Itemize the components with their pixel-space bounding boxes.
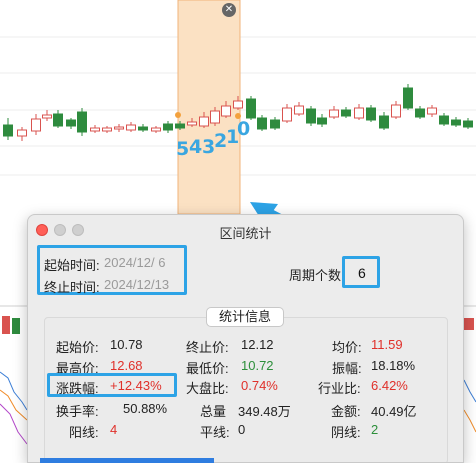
volume-bar — [12, 318, 20, 334]
market-ratio-value: 0.74% — [241, 378, 278, 393]
change-value: +12.43% — [110, 378, 162, 393]
candle-body — [354, 107, 364, 119]
volume-bar — [2, 316, 10, 334]
candle-body — [126, 124, 136, 131]
range-stats-dialog: 区间统计 起始时间: 2024/12/ 6 终止时间: 2024/12/13 周… — [27, 214, 464, 463]
candle-body — [31, 118, 41, 132]
candle-body — [102, 127, 112, 132]
start-time-label: 起始时间: — [44, 258, 100, 273]
amplitude-label: 振幅: — [332, 361, 362, 376]
low-price-value: 10.72 — [241, 358, 274, 373]
period-index-5: 5 — [176, 138, 190, 160]
amount-value: 40.49亿 — [371, 404, 417, 419]
period-index-labels: 5 4 3 2 1 0 — [176, 118, 256, 160]
candle-body — [282, 107, 292, 122]
candle-body — [329, 109, 339, 118]
candle-body — [403, 87, 413, 109]
industry-ratio-label: 行业比: — [318, 381, 361, 396]
candle-body — [341, 109, 351, 117]
turnover-value: 50.88% — [123, 401, 168, 416]
candle-body — [114, 126, 124, 130]
candle-body — [379, 115, 389, 129]
indicator-line — [0, 403, 28, 445]
turnover-label: 换手率: — [56, 404, 99, 419]
volume-value: 349.48万 — [238, 404, 291, 419]
start-time-field[interactable]: 2024/12/ 6 — [104, 255, 165, 270]
indicator-line — [463, 409, 476, 433]
volume-label: 总量 — [200, 404, 227, 419]
candle-body — [151, 127, 161, 132]
avg-price-label: 均价: — [332, 340, 362, 355]
period-index-4: 4 — [189, 136, 203, 158]
amplitude-value: 18.18% — [371, 358, 416, 373]
high-price-value: 12.68 — [110, 358, 143, 373]
close-price-label: 终止价: — [186, 340, 229, 355]
tab-stats-info[interactable]: 统计信息 — [206, 307, 284, 327]
candle-body — [42, 114, 52, 119]
period-count-label: 周期个数: — [289, 268, 345, 283]
candle-body — [306, 108, 316, 124]
bottom-scroll-strip — [40, 458, 214, 463]
candle-body — [17, 129, 27, 137]
candle-body — [90, 127, 100, 132]
candle-body — [415, 108, 425, 118]
close-icon[interactable]: ✕ — [222, 3, 236, 17]
candle-body — [66, 119, 76, 127]
candle-body — [366, 107, 376, 121]
dialog-title: 区间统计 — [219, 226, 272, 241]
yang-count-label: 阳线: — [69, 425, 99, 440]
candle-body — [257, 117, 267, 130]
amount-label: 金额: — [331, 404, 361, 419]
low-price-label: 最低价: — [186, 361, 229, 376]
open-price-value: 10.78 — [110, 337, 143, 352]
period-index-0: 0 — [237, 118, 251, 140]
candle-body — [317, 117, 327, 125]
indicator-line — [0, 389, 28, 421]
flat-count-label: 平线: — [200, 425, 230, 440]
candle-body — [77, 111, 87, 133]
candle-body — [294, 105, 304, 115]
flat-count-value: 0 — [238, 422, 246, 437]
candle-body — [163, 123, 173, 131]
industry-ratio-value: 6.42% — [371, 378, 408, 393]
candle-body — [391, 104, 401, 118]
end-time-label: 终止时间: — [44, 280, 100, 295]
open-price-label: 起始价: — [56, 340, 99, 355]
avg-price-value: 11.59 — [371, 337, 403, 352]
candle-body — [427, 107, 437, 115]
yang-count-value: 4 — [110, 422, 118, 437]
candle-body — [53, 113, 63, 127]
yin-count-label: 阴线: — [331, 425, 361, 440]
end-time-field[interactable]: 2024/12/13 — [104, 277, 169, 292]
candle-body — [451, 119, 461, 126]
close-price-value: 12.12 — [241, 337, 274, 352]
candle-body — [270, 119, 280, 129]
market-ratio-label: 大盘比: — [186, 381, 229, 396]
candle-body — [463, 120, 473, 128]
yin-count-value: 2 — [371, 422, 379, 437]
candle-body — [246, 98, 256, 119]
indicator-line — [463, 379, 476, 403]
candle-body — [233, 100, 243, 109]
titlebar: 区间统计 — [28, 215, 463, 245]
indicator-line — [0, 371, 28, 411]
volume-bar — [464, 318, 474, 330]
candle-body — [221, 105, 231, 117]
candle-body — [439, 115, 449, 125]
candle-body — [3, 124, 13, 137]
period-count-value: 6 — [358, 265, 366, 281]
candle-body — [138, 126, 148, 131]
change-label: 涨跌幅: — [56, 381, 99, 396]
